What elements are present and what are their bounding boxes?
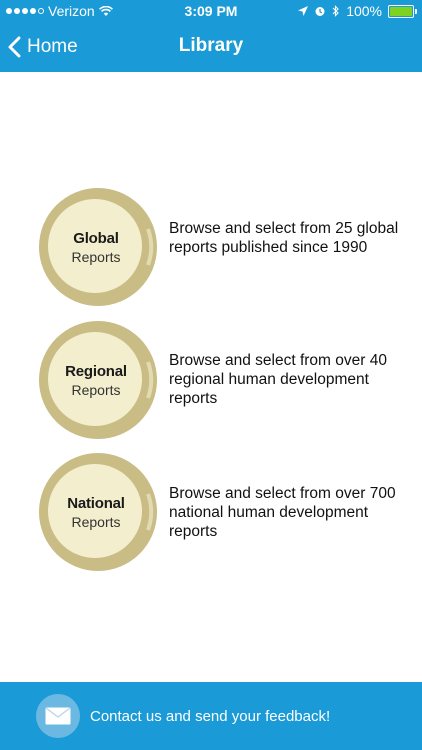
global-reports-item[interactable]: Global Reports Browse and select from 25… (0, 187, 422, 307)
badge-title: Regional (65, 362, 127, 380)
badge-title: Global (73, 229, 119, 247)
status-right: 100% (298, 3, 417, 19)
badge-subtitle: Reports (71, 381, 121, 398)
feedback-bar[interactable]: Contact us and send your feedback! (0, 682, 422, 750)
location-arrow-icon (298, 6, 309, 16)
global-reports-badge[interactable]: Global Reports (38, 187, 158, 307)
nav-bar: Home Library (0, 22, 422, 72)
national-reports-item[interactable]: National Reports Browse and select from … (0, 452, 422, 572)
battery-icon (388, 4, 417, 18)
badge-subtitle: Reports (71, 248, 121, 265)
header: Verizon 3:09 PM 100% Home Library (0, 0, 422, 72)
feedback-label[interactable]: Contact us and send your feedback! (90, 708, 330, 725)
badge-text: National Reports (36, 452, 156, 572)
alarm-clock-icon (315, 7, 325, 16)
page-title: Library (178, 35, 244, 56)
regional-reports-item[interactable]: Regional Reports Browse and select from … (0, 320, 422, 440)
report-description: Browse and select from over 40 regional … (169, 352, 387, 407)
regional-reports-badge[interactable]: Regional Reports (38, 320, 158, 440)
mail-icon (45, 707, 71, 725)
battery-percent: 100% (346, 3, 382, 19)
badge-text: Regional Reports (36, 320, 156, 440)
status-bar: Verizon 3:09 PM 100% (0, 0, 422, 22)
report-description: Browse and select from over 700 national… (169, 485, 396, 540)
badge-subtitle: Reports (71, 513, 121, 530)
report-description: Browse and select from 25 global reports… (169, 220, 399, 256)
badge-title: National (67, 494, 125, 512)
mail-button[interactable] (36, 694, 80, 738)
badge-text: Global Reports (36, 187, 156, 307)
national-reports-badge[interactable]: National Reports (38, 452, 158, 572)
bluetooth-icon (332, 5, 339, 17)
